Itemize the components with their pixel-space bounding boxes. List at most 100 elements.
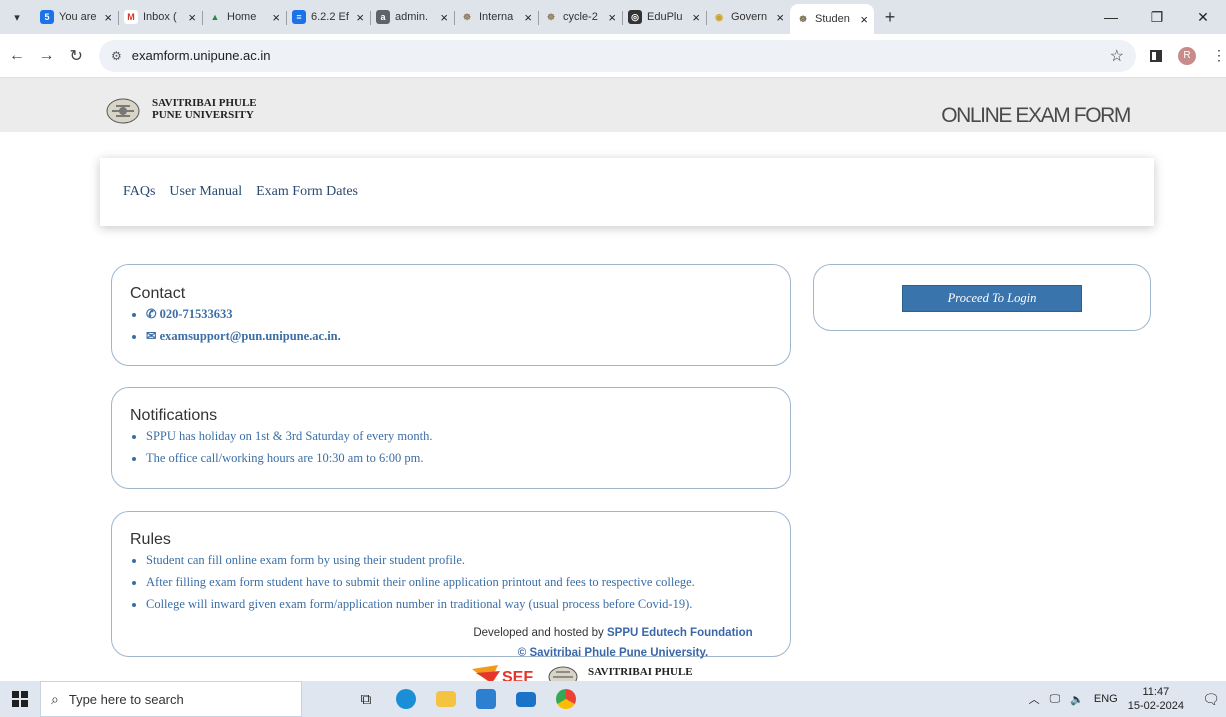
- browser-tab[interactable]: ☸ cycle-2 ×: [538, 3, 622, 31]
- new-tab-button[interactable]: +: [878, 7, 902, 28]
- tab-favicon-icon: ☸: [462, 11, 472, 22]
- toolbar-right: R ⋮: [1150, 46, 1226, 65]
- taskbar-search-placeholder: Type here to search: [68, 691, 184, 707]
- side-panel-icon[interactable]: [1150, 49, 1162, 62]
- tab-search-chevron-icon[interactable]: ▾: [6, 6, 28, 28]
- chrome-app[interactable]: [548, 681, 584, 717]
- address-bar[interactable]: ⚙ examform.unipune.ac.in ☆: [99, 39, 1136, 72]
- tab-close-icon[interactable]: ×: [776, 10, 784, 25]
- browser-tab-strip: ▾ 5 You are × M Inbox ( × ▲ Home × ≡ 6.2…: [0, 0, 1226, 34]
- folder-icon: [436, 691, 456, 707]
- footer-university-name: SAVITRIBAI PHULE: [588, 666, 693, 678]
- browser-tab[interactable]: ◎ EduPlu ×: [622, 3, 706, 31]
- bookmark-star-icon[interactable]: ☆: [1110, 46, 1124, 66]
- browser-tab[interactable]: ☸ Interna ×: [454, 3, 538, 31]
- menu-kebab-icon[interactable]: ⋮: [1212, 47, 1226, 64]
- taskbar-apps: ⧉: [348, 681, 588, 717]
- task-view-button[interactable]: ⧉: [348, 681, 384, 717]
- taskbar-search-box[interactable]: ⌕ Type here to search: [40, 681, 302, 717]
- browser-tab[interactable]: 5 You are ×: [34, 3, 118, 31]
- nav-menu: FAQs User Manual Exam Form Dates: [100, 158, 1154, 226]
- store-app[interactable]: [468, 681, 504, 717]
- tab-close-icon[interactable]: ×: [440, 10, 448, 25]
- forward-arrow-icon[interactable]: →: [34, 47, 60, 65]
- notification-item: SPPU has holiday on 1st & 3rd Saturday o…: [146, 425, 432, 447]
- notification-item: The office call/working hours are 10:30 …: [146, 447, 432, 469]
- site-info-icon[interactable]: ⚙: [111, 49, 122, 63]
- mail-app[interactable]: [508, 681, 544, 717]
- university-emblem-icon: [548, 666, 578, 681]
- clock-date: 15-02-2024: [1127, 700, 1184, 712]
- page-viewport: SAVITRIBAI PHULE PUNE UNIVERSITY ONLINE …: [0, 78, 1226, 681]
- footer-logos: SEF SAVITRIBAI PHULE: [470, 663, 693, 681]
- nav-link-user-manual[interactable]: User Manual: [169, 184, 242, 200]
- edge-app[interactable]: [388, 681, 424, 717]
- clock[interactable]: 11:47 15-02-2024: [1128, 685, 1184, 713]
- tab-favicon-icon: a: [376, 10, 390, 24]
- tab-close-icon[interactable]: ×: [272, 10, 280, 25]
- search-icon: ⌕: [51, 690, 59, 707]
- contact-phone-item: ✆ 020-71533633: [146, 303, 341, 325]
- browser-tab-active[interactable]: ☸ Studen ×: [790, 4, 874, 34]
- contact-heading: Contact: [130, 285, 186, 302]
- envelope-icon: ✉: [146, 329, 157, 343]
- start-button[interactable]: [0, 681, 40, 717]
- site-header: SAVITRIBAI PHULE PUNE UNIVERSITY ONLINE …: [0, 78, 1226, 132]
- sef-logo-icon: SEF: [472, 665, 533, 681]
- tab-favicon-icon: ◎: [628, 10, 642, 24]
- minimize-icon[interactable]: —: [1088, 0, 1134, 34]
- nav-link-faqs[interactable]: FAQs: [123, 184, 155, 200]
- footer-org-link[interactable]: SPPU Edutech Foundation: [607, 627, 753, 639]
- browser-tab[interactable]: M Inbox ( ×: [118, 3, 202, 31]
- browser-tab[interactable]: ◉ Govern ×: [706, 3, 790, 31]
- tray-chevron-icon[interactable]: ︿: [1029, 691, 1040, 707]
- chrome-icon: [556, 689, 576, 709]
- tab-close-icon[interactable]: ×: [692, 10, 700, 25]
- url-text[interactable]: examform.unipune.ac.in: [132, 48, 1110, 63]
- page-title: ONLINE EXAM FORM: [941, 104, 1131, 127]
- file-explorer-app[interactable]: [428, 681, 464, 717]
- restore-icon[interactable]: ❐: [1134, 0, 1180, 34]
- edge-icon: [396, 689, 416, 709]
- tab-title: cycle-2: [563, 11, 598, 23]
- tab-close-icon[interactable]: ×: [104, 10, 112, 25]
- mail-icon: [516, 691, 536, 707]
- notification-center-icon[interactable]: 🗨: [1196, 681, 1226, 717]
- notifications-list: SPPU has holiday on 1st & 3rd Saturday o…: [146, 425, 432, 469]
- tab-close-icon[interactable]: ×: [188, 10, 196, 25]
- browser-tab[interactable]: ≡ 6.2.2 Ef ×: [286, 3, 370, 31]
- tab-close-icon[interactable]: ×: [524, 10, 532, 25]
- university-emblem-icon: [106, 98, 140, 124]
- proceed-to-login-button[interactable]: Proceed To Login: [902, 285, 1082, 312]
- svg-text:SEF: SEF: [502, 669, 533, 681]
- university-name: SAVITRIBAI PHULE PUNE UNIVERSITY: [152, 97, 257, 121]
- browser-tab[interactable]: a admin. ×: [370, 3, 454, 31]
- back-arrow-icon[interactable]: ←: [4, 47, 30, 65]
- tab-favicon-icon: ☸: [798, 13, 808, 24]
- close-window-icon[interactable]: ✕: [1180, 0, 1226, 34]
- login-card: Proceed To Login: [813, 264, 1151, 331]
- tab-close-icon[interactable]: ×: [356, 10, 364, 25]
- tab-close-icon[interactable]: ×: [860, 12, 868, 27]
- windows-logo-icon: [12, 691, 28, 707]
- contact-list: ✆ 020-71533633 ✉ examsupport@pun.unipune…: [146, 303, 341, 347]
- nav-link-exam-form-dates[interactable]: Exam Form Dates: [256, 184, 358, 200]
- tab-title: 6.2.2 Ef: [311, 11, 349, 23]
- tab-close-icon[interactable]: ×: [608, 10, 616, 25]
- language-indicator[interactable]: ENG: [1094, 693, 1118, 705]
- clock-time: 11:47: [1142, 686, 1170, 698]
- reload-icon[interactable]: ↻: [63, 46, 89, 66]
- tab-title: Studen: [815, 13, 850, 25]
- contact-email-item: ✉ examsupport@pun.unipune.ac.in.: [146, 325, 341, 347]
- volume-icon[interactable]: 🔈: [1070, 693, 1084, 706]
- tab-title: Govern: [731, 11, 768, 23]
- profile-avatar[interactable]: R: [1178, 46, 1196, 65]
- network-icon[interactable]: 🖵: [1050, 693, 1061, 706]
- tab-title: You are: [59, 11, 97, 23]
- tab-favicon-icon: M: [124, 10, 138, 24]
- window-controls: — ❐ ✕: [1088, 0, 1226, 34]
- notifications-card: Notifications SPPU has holiday on 1st & …: [111, 387, 791, 489]
- footer-copyright[interactable]: © Savitribai Phule Pune University.: [0, 647, 1226, 659]
- browser-tab[interactable]: ▲ Home ×: [202, 3, 286, 31]
- rules-list: Student can fill online exam form by usi…: [146, 549, 776, 615]
